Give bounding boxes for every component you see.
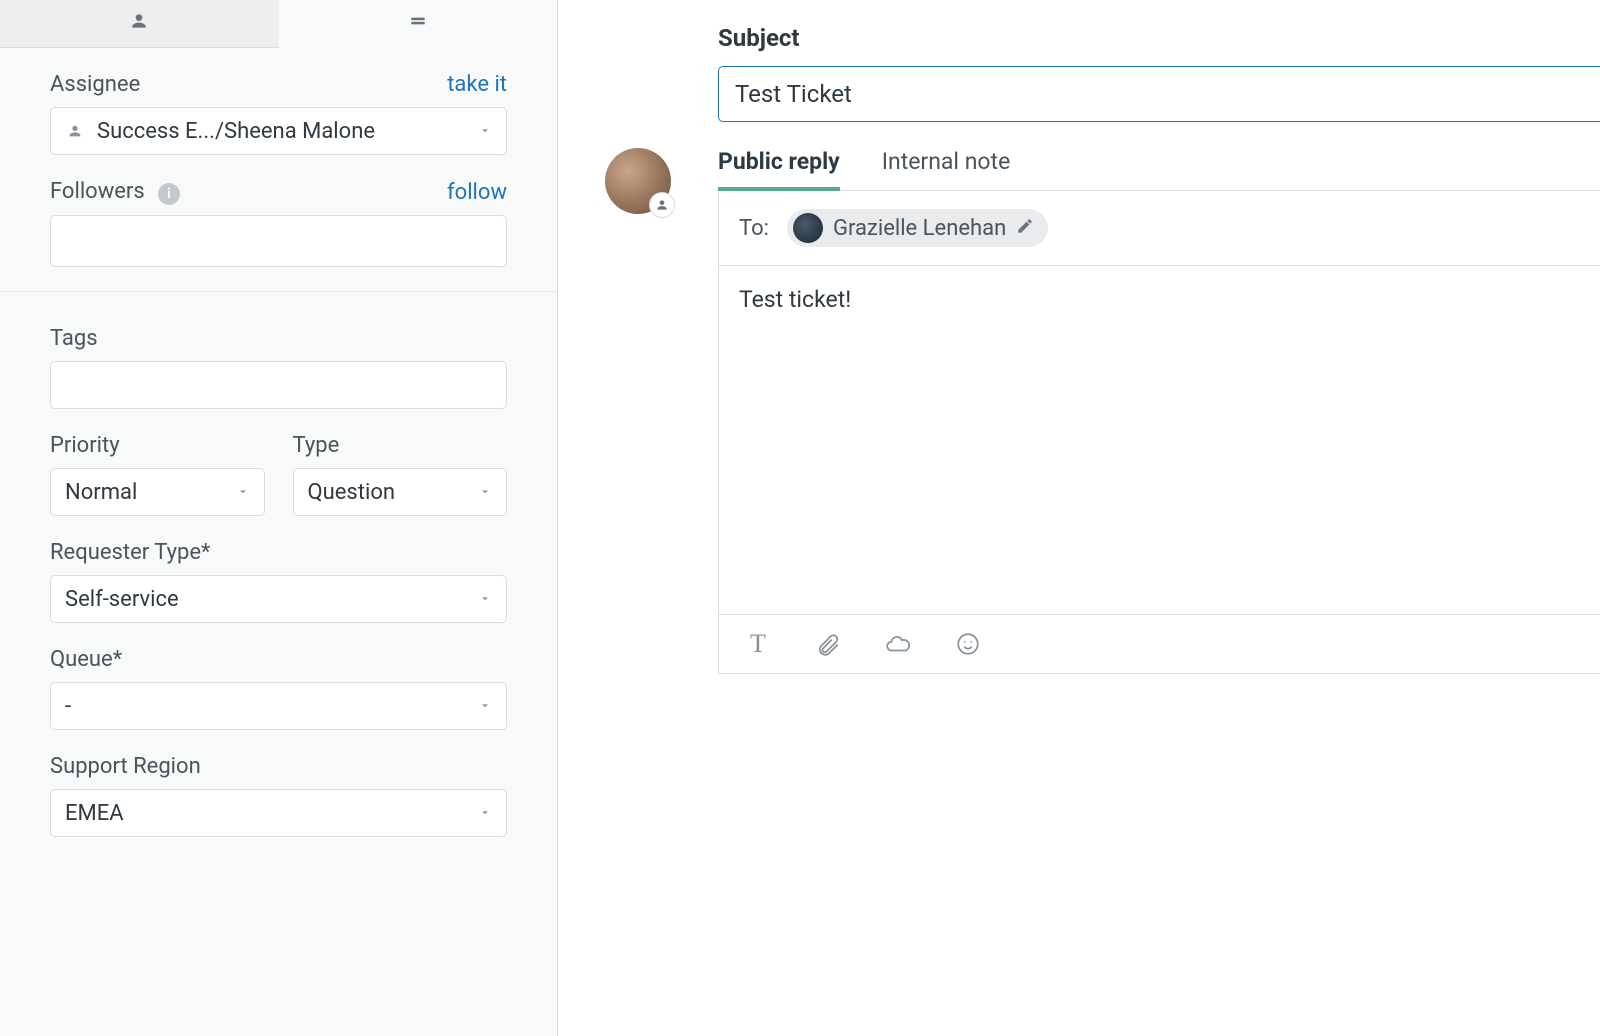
reply-panel: Public reply Internal note To: Grazielle… [718, 148, 1600, 674]
avatar [558, 148, 718, 214]
subject-input[interactable]: Test Ticket [718, 66, 1600, 122]
compose-text: Test ticket! [739, 286, 851, 313]
assignee-user-icon [65, 121, 85, 141]
sidebar-content: Assignee take it Success E.../Sheena Mal… [0, 48, 557, 1036]
queue-select[interactable]: - [50, 682, 507, 730]
queue-label: Queue* [50, 647, 122, 672]
followers-input[interactable] [50, 215, 507, 267]
requester-type-field: Requester Type* Self-service [50, 540, 507, 623]
text-format-button[interactable]: T [743, 629, 773, 659]
take-it-link[interactable]: take it [447, 72, 507, 97]
support-region-select[interactable]: EMEA [50, 789, 507, 837]
queue-value: - [65, 694, 71, 719]
priority-label: Priority [50, 433, 120, 458]
reply-tabs: Public reply Internal note [718, 148, 1600, 191]
recipient-chip[interactable]: Grazielle Lenehan [787, 209, 1048, 247]
avatar-badge-icon [649, 192, 675, 218]
recipient-avatar [793, 213, 823, 243]
chevron-down-icon [236, 480, 250, 505]
support-region-value: EMEA [65, 801, 124, 826]
type-value: Question [308, 480, 396, 505]
sidebar-tabs [0, 0, 557, 48]
followers-label: Followers [50, 179, 145, 204]
user-icon [129, 11, 149, 37]
recipient-name: Grazielle Lenehan [833, 216, 1006, 241]
chevron-down-icon [478, 480, 492, 505]
divider [0, 291, 557, 292]
assignee-field: Assignee take it Success E.../Sheena Mal… [50, 72, 507, 155]
assignee-value: Success E.../Sheena Malone [97, 119, 375, 144]
attachment-button[interactable] [813, 629, 843, 659]
support-region-label: Support Region [50, 754, 201, 779]
type-select[interactable]: Question [293, 468, 508, 516]
queue-field: Queue* - [50, 647, 507, 730]
to-row: To: Grazielle Lenehan [718, 191, 1600, 266]
tab-user[interactable] [0, 0, 279, 48]
to-label: To: [739, 216, 769, 241]
tab-internal-note[interactable]: Internal note [882, 148, 1011, 190]
assignee-select[interactable]: Success E.../Sheena Malone [50, 107, 507, 155]
ticket-icon [408, 11, 428, 37]
tags-label: Tags [50, 326, 98, 351]
support-region-field: Support Region EMEA [50, 754, 507, 837]
followers-field: Followers i follow [50, 179, 507, 267]
sidebar: Assignee take it Success E.../Sheena Mal… [0, 0, 558, 1036]
cloud-button[interactable] [883, 629, 913, 659]
info-icon: i [158, 183, 180, 205]
compose-toolbar: T [718, 614, 1600, 674]
subject-label: Subject [718, 24, 1600, 52]
compose-body[interactable]: Test ticket! [718, 266, 1600, 614]
chevron-down-icon [478, 587, 492, 612]
requester-type-select[interactable]: Self-service [50, 575, 507, 623]
tags-field: Tags [50, 326, 507, 409]
tab-public-reply[interactable]: Public reply [718, 148, 840, 191]
tags-input[interactable] [50, 361, 507, 409]
emoji-button[interactable] [953, 629, 983, 659]
chevron-down-icon [478, 119, 492, 144]
pencil-icon[interactable] [1016, 216, 1034, 241]
follow-link[interactable]: follow [447, 180, 507, 205]
priority-select[interactable]: Normal [50, 468, 265, 516]
avatar-image [605, 148, 671, 214]
priority-field: Priority Normal [50, 433, 265, 516]
tab-ticket[interactable] [279, 0, 558, 48]
requester-type-value: Self-service [65, 587, 179, 612]
main-area: Subject Test Ticket Public reply Interna… [558, 0, 1600, 1036]
subject-value: Test Ticket [735, 80, 852, 108]
chevron-down-icon [478, 801, 492, 826]
priority-value: Normal [65, 480, 137, 505]
chevron-down-icon [478, 694, 492, 719]
requester-type-label: Requester Type* [50, 540, 210, 565]
assignee-label: Assignee [50, 72, 140, 97]
type-label: Type [293, 433, 340, 458]
type-field: Type Question [293, 433, 508, 516]
